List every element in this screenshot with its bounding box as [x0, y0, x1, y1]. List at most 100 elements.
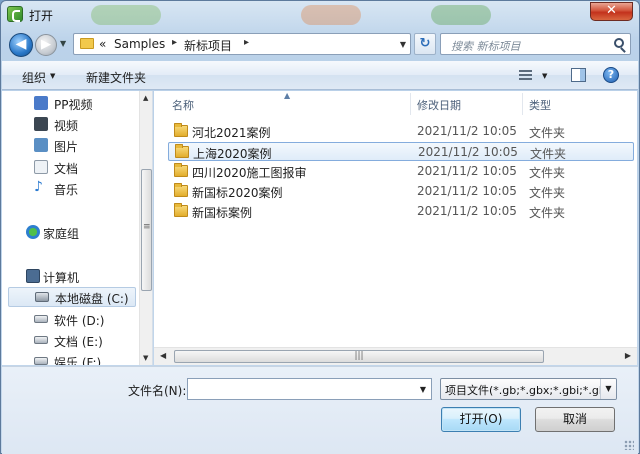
- filetype-select[interactable]: 项目文件(*.gb;*.gbx;*.gbi;*.gb ▼: [440, 378, 617, 400]
- scroll-up-icon[interactable]: ▲: [143, 94, 148, 102]
- organize-menu[interactable]: 组织: [22, 69, 46, 86]
- search-placeholder[interactable]: 搜索 新标项目: [451, 38, 521, 54]
- pp-video-icon: [34, 96, 48, 110]
- refresh-button[interactable]: ↻: [414, 33, 436, 55]
- sidebar-item-label: 图片: [54, 140, 79, 154]
- address-overflow-chevron[interactable]: «: [99, 37, 106, 51]
- scroll-left-icon[interactable]: ◀: [160, 351, 166, 360]
- column-header-date[interactable]: 修改日期: [417, 97, 461, 113]
- drive-f-icon: [34, 357, 48, 365]
- address-bar[interactable]: « Samples ▸ 新标项目 ▸ ▼: [73, 33, 411, 55]
- folder-icon: [174, 183, 188, 197]
- drive-c-icon: [35, 292, 49, 302]
- resize-grip-icon[interactable]: [624, 440, 634, 450]
- open-dialog-window: 打开 ✕ ◀ ▶ ▼ « Samples ▸ 新标项目 ▸ ▼ ↻ 搜索 新标项…: [0, 0, 640, 454]
- title-background-decoration: [301, 5, 361, 25]
- file-row[interactable]: 新国标2020案例 2021/11/2 10:05 文件夹: [168, 182, 634, 201]
- help-icon[interactable]: ?: [603, 67, 619, 83]
- scroll-right-icon[interactable]: ▶: [625, 351, 631, 360]
- sidebar-item-music[interactable]: ♪ 音乐: [2, 178, 137, 198]
- filetype-value: 项目文件(*.gb;*.gbx;*.gbi;*.gb: [445, 384, 606, 397]
- filename-input[interactable]: [188, 379, 413, 399]
- column-header-name[interactable]: 名称: [172, 97, 194, 113]
- breadcrumb-separator-icon[interactable]: ▸: [244, 37, 249, 48]
- breadcrumb-separator-icon[interactable]: ▸: [172, 37, 177, 48]
- sidebar-item-label: 软件 (D:): [54, 314, 105, 328]
- open-button[interactable]: 打开(O): [441, 407, 521, 432]
- sidebar-item-label: PP视频: [54, 98, 93, 112]
- title-background-decoration: [431, 5, 491, 25]
- folder-icon: [174, 163, 188, 177]
- file-type: 文件夹: [529, 186, 566, 200]
- file-row[interactable]: 新国标案例 2021/11/2 10:05 文件夹: [168, 202, 634, 221]
- forward-button[interactable]: ▶: [35, 34, 57, 56]
- preview-pane-icon[interactable]: [571, 68, 586, 82]
- sidebar-item-drive-c[interactable]: 本地磁盘 (C:): [8, 287, 136, 307]
- sidebar-item-label: 家庭组: [43, 227, 80, 241]
- file-list: ▲ 名称 修改日期 类型 河北2021案例 2021/11/2 10:05 文件…: [154, 91, 637, 365]
- sidebar-item-pp-video[interactable]: PP视频: [2, 93, 137, 113]
- recent-locations-dropdown[interactable]: ▼: [60, 39, 68, 49]
- scroll-down-icon[interactable]: ▼: [143, 354, 148, 362]
- breadcrumb-current[interactable]: 新标项目: [184, 37, 232, 54]
- drive-d-icon: [34, 315, 48, 323]
- new-folder-button[interactable]: 新建文件夹: [86, 69, 146, 86]
- chevron-down-icon[interactable]: ▼: [600, 379, 616, 399]
- sidebar-item-computer[interactable]: 计算机: [2, 266, 137, 286]
- sidebar-item-video[interactable]: 视频: [2, 114, 137, 134]
- file-row[interactable]: 四川2020施工图报审 2021/11/2 10:05 文件夹: [168, 162, 634, 181]
- app-icon: [7, 6, 23, 22]
- file-date: 2021/11/2 10:05: [418, 145, 518, 159]
- file-type: 文件夹: [529, 166, 566, 180]
- sort-ascending-icon: ▲: [284, 91, 291, 100]
- file-type: 文件夹: [529, 206, 566, 220]
- sidebar-item-label: 本地磁盘 (C:): [55, 292, 129, 306]
- search-icon[interactable]: [614, 38, 624, 48]
- file-type: 文件夹: [530, 147, 567, 161]
- search-box[interactable]: 搜索 新标项目: [440, 33, 631, 55]
- sidebar-item-drive-d[interactable]: 软件 (D:): [2, 309, 137, 329]
- sidebar-scrollbar[interactable]: ▲ ▼: [139, 91, 152, 365]
- chevron-down-icon[interactable]: ▼: [542, 72, 547, 80]
- sidebar-item-drive-e[interactable]: 文档 (E:): [2, 330, 137, 350]
- music-icon: ♪: [34, 179, 43, 195]
- sidebar-item-label: 文档 (E:): [54, 335, 103, 349]
- chevron-down-icon: ▼: [50, 72, 56, 80]
- title-bar[interactable]: 打开 ✕: [1, 1, 639, 27]
- close-button[interactable]: ✕: [590, 2, 633, 21]
- chevron-down-icon[interactable]: ▼: [420, 385, 426, 394]
- scrollbar-thumb[interactable]: |||: [174, 350, 544, 363]
- sidebar-item-label: 计算机: [43, 271, 80, 285]
- sidebar-item-label: 音乐: [54, 183, 79, 197]
- video-icon: [34, 117, 48, 131]
- file-date: 2021/11/2 10:05: [417, 184, 517, 198]
- folder-icon: [175, 144, 189, 158]
- back-button[interactable]: ◀: [9, 33, 33, 57]
- column-divider[interactable]: [410, 93, 411, 115]
- file-list-horizontal-scrollbar[interactable]: ◀ ||| ▶: [154, 347, 637, 365]
- sidebar-item-drive-f[interactable]: 娱乐 (F:): [2, 351, 137, 365]
- file-row-selected[interactable]: 上海2020案例 2021/11/2 10:05 文件夹: [168, 142, 634, 161]
- scrollbar-thumb[interactable]: [141, 169, 152, 291]
- drive-e-icon: [34, 336, 48, 344]
- sidebar-item-label: 文档: [54, 162, 79, 176]
- cancel-button[interactable]: 取消: [535, 407, 615, 432]
- column-divider[interactable]: [522, 93, 523, 115]
- filename-combobox[interactable]: ▼: [187, 378, 432, 400]
- address-dropdown-icon[interactable]: ▼: [400, 40, 406, 49]
- window-title: 打开: [29, 9, 54, 23]
- file-name: 新国标案例: [192, 206, 253, 220]
- sidebar-item-label: 娱乐 (F:): [54, 356, 102, 365]
- command-toolbar: 组织 ▼ 新建文件夹 ▼ ?: [2, 61, 638, 90]
- file-row[interactable]: 河北2021案例 2021/11/2 10:05 文件夹: [168, 122, 634, 141]
- view-options-icon[interactable]: [519, 70, 532, 81]
- breadcrumb-samples[interactable]: Samples: [114, 37, 165, 51]
- file-date: 2021/11/2 10:05: [417, 124, 517, 138]
- sidebar-item-documents[interactable]: 文档: [2, 157, 137, 177]
- navigation-pane: PP视频 视频 图片 文档 ♪ 音乐 家庭组 计算机 本地磁盘 (C:) 软件 …: [2, 91, 153, 365]
- sidebar-item-homegroup[interactable]: 家庭组: [2, 222, 137, 242]
- homegroup-icon: [26, 225, 40, 239]
- sidebar-item-pictures[interactable]: 图片: [2, 135, 137, 155]
- column-header-type[interactable]: 类型: [529, 97, 551, 113]
- pictures-icon: [34, 138, 48, 152]
